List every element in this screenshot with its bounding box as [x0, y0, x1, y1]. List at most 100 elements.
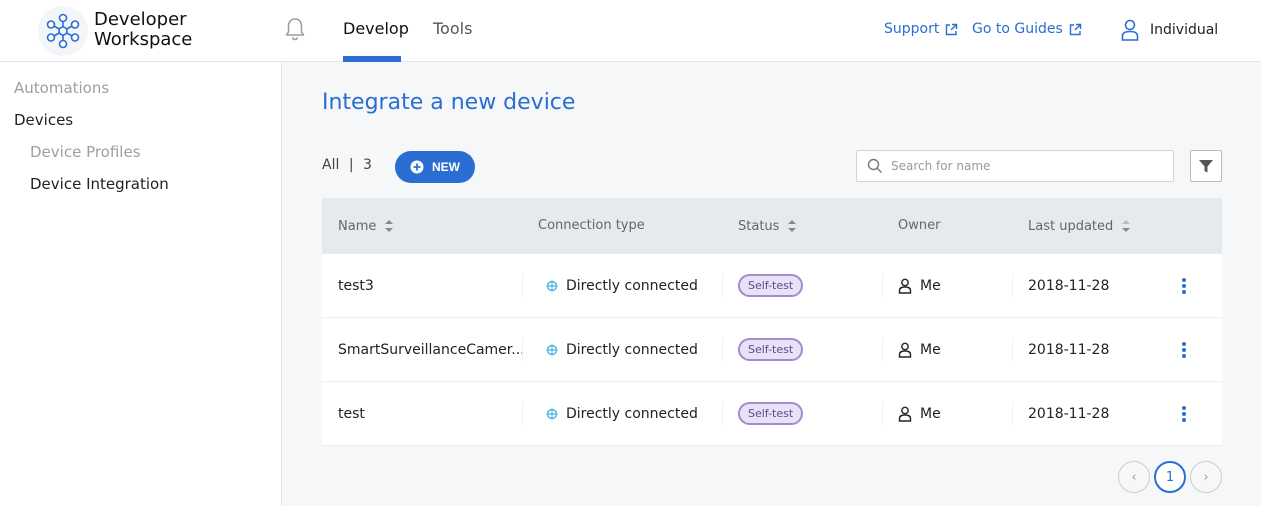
column-divider — [722, 274, 723, 298]
column-divider — [882, 338, 883, 362]
user-label: Individual — [1150, 22, 1219, 38]
guides-link[interactable]: Go to Guides — [972, 21, 1082, 37]
table-header: Name Connection type Status Owner Last u… — [322, 198, 1222, 254]
top-header: Developer Workspace Develop Tools Suppor… — [0, 0, 1261, 62]
owner-cell: Me — [898, 342, 941, 358]
column-header-name[interactable]: Name — [338, 218, 394, 234]
sidebar-item-device-integration[interactable]: Device Integration — [30, 175, 169, 193]
owner-label: Me — [920, 406, 941, 422]
tab-develop[interactable]: Develop — [343, 19, 409, 38]
connection-label: Directly connected — [566, 342, 698, 358]
sort-icon — [788, 220, 797, 232]
status-cell: Self-test — [738, 402, 804, 425]
sidebar-item-device-profiles[interactable]: Device Profiles — [30, 143, 141, 161]
owner-label: Me — [920, 278, 941, 294]
column-divider — [882, 402, 883, 426]
device-name[interactable]: SmartSurveillanceCamer... — [338, 342, 525, 358]
pagination-page-1[interactable]: 1 — [1154, 461, 1186, 493]
direct-connect-icon — [546, 408, 558, 420]
sidebar: Automations Devices Device Profiles Devi… — [0, 62, 282, 506]
search-input[interactable] — [891, 159, 1161, 173]
item-count: All | 3 — [322, 157, 372, 173]
user-icon — [1121, 19, 1139, 41]
column-label: Owner — [898, 218, 941, 233]
table-row[interactable]: test Directly connected Self-test Me 201… — [322, 382, 1222, 446]
column-header-connection: Connection type — [538, 218, 645, 233]
more-options-icon[interactable] — [1176, 404, 1192, 424]
count-label: All — [322, 157, 340, 173]
last-updated: 2018-11-28 — [1028, 342, 1110, 358]
column-header-last-updated[interactable]: Last updated — [1028, 218, 1131, 234]
status-cell: Self-test — [738, 338, 804, 361]
brand-line1: Developer — [94, 9, 187, 30]
owner-label: Me — [920, 342, 941, 358]
connection-type: Directly connected — [546, 342, 698, 358]
bell-icon[interactable] — [284, 17, 306, 41]
column-label: Status — [738, 218, 780, 234]
count-divider: | — [348, 157, 354, 173]
sidebar-item-automations[interactable]: Automations — [14, 79, 109, 97]
search-icon — [867, 158, 882, 173]
last-updated: 2018-11-28 — [1028, 278, 1110, 294]
person-icon — [898, 278, 912, 294]
plus-circle-icon — [410, 160, 424, 174]
status-badge: Self-test — [738, 402, 804, 425]
filter-button[interactable] — [1190, 150, 1222, 182]
column-divider — [522, 338, 523, 362]
column-header-owner: Owner — [898, 218, 940, 233]
external-link-icon — [1069, 23, 1081, 35]
owner-cell: Me — [898, 278, 941, 294]
count-value: 3 — [362, 157, 372, 173]
search-box — [856, 150, 1174, 182]
column-divider — [1012, 338, 1013, 362]
column-divider — [882, 274, 883, 298]
more-options-icon[interactable] — [1176, 340, 1192, 360]
logo[interactable] — [38, 6, 88, 56]
device-name[interactable]: test3 — [338, 278, 374, 294]
column-divider — [722, 402, 723, 426]
external-link-icon — [946, 23, 958, 35]
last-updated: 2018-11-28 — [1028, 406, 1110, 422]
table-row[interactable]: SmartSurveillanceCamer... Directly conne… — [322, 318, 1222, 382]
page-title: Integrate a new device — [322, 90, 576, 115]
direct-connect-icon — [546, 280, 558, 292]
direct-connect-icon — [546, 344, 558, 356]
new-device-button[interactable]: NEW — [395, 151, 475, 183]
status-cell: Self-test — [738, 274, 804, 297]
column-divider — [522, 402, 523, 426]
column-divider — [722, 338, 723, 362]
owner-cell: Me — [898, 406, 941, 422]
device-table: Name Connection type Status Owner Last u… — [322, 198, 1222, 446]
column-divider — [1012, 402, 1013, 426]
column-label: Name — [338, 218, 377, 234]
filter-icon — [1199, 160, 1213, 173]
column-label: Connection type — [538, 218, 645, 233]
pagination-prev-button[interactable]: ‹ — [1118, 461, 1150, 493]
sort-icon — [385, 220, 394, 232]
connection-label: Directly connected — [566, 278, 698, 294]
main-content: Integrate a new device All | 3 NEW Name — [282, 62, 1261, 506]
brand-name[interactable]: Developer Workspace — [94, 10, 192, 50]
device-name[interactable]: test — [338, 406, 365, 422]
network-logo-icon — [46, 13, 80, 49]
sidebar-item-devices[interactable]: Devices — [14, 111, 73, 129]
support-link-label: Support — [884, 21, 940, 37]
user-menu[interactable]: Individual — [1120, 19, 1218, 41]
tab-tools[interactable]: Tools — [433, 19, 472, 38]
sort-icon — [1122, 220, 1131, 232]
new-button-label: NEW — [432, 160, 460, 174]
column-divider — [522, 274, 523, 298]
more-options-icon[interactable] — [1176, 276, 1192, 296]
connection-label: Directly connected — [566, 406, 698, 422]
column-divider — [1012, 274, 1013, 298]
status-badge: Self-test — [738, 338, 804, 361]
person-icon — [898, 406, 912, 422]
pagination-next-button[interactable]: › — [1190, 461, 1222, 493]
support-link[interactable]: Support — [884, 21, 958, 37]
connection-type: Directly connected — [546, 278, 698, 294]
table-row[interactable]: test3 Directly connected Self-test Me 20… — [322, 254, 1222, 318]
column-label: Last updated — [1028, 218, 1114, 234]
column-header-status[interactable]: Status — [738, 218, 797, 234]
brand-line2: Workspace — [94, 29, 193, 50]
status-badge: Self-test — [738, 274, 804, 297]
